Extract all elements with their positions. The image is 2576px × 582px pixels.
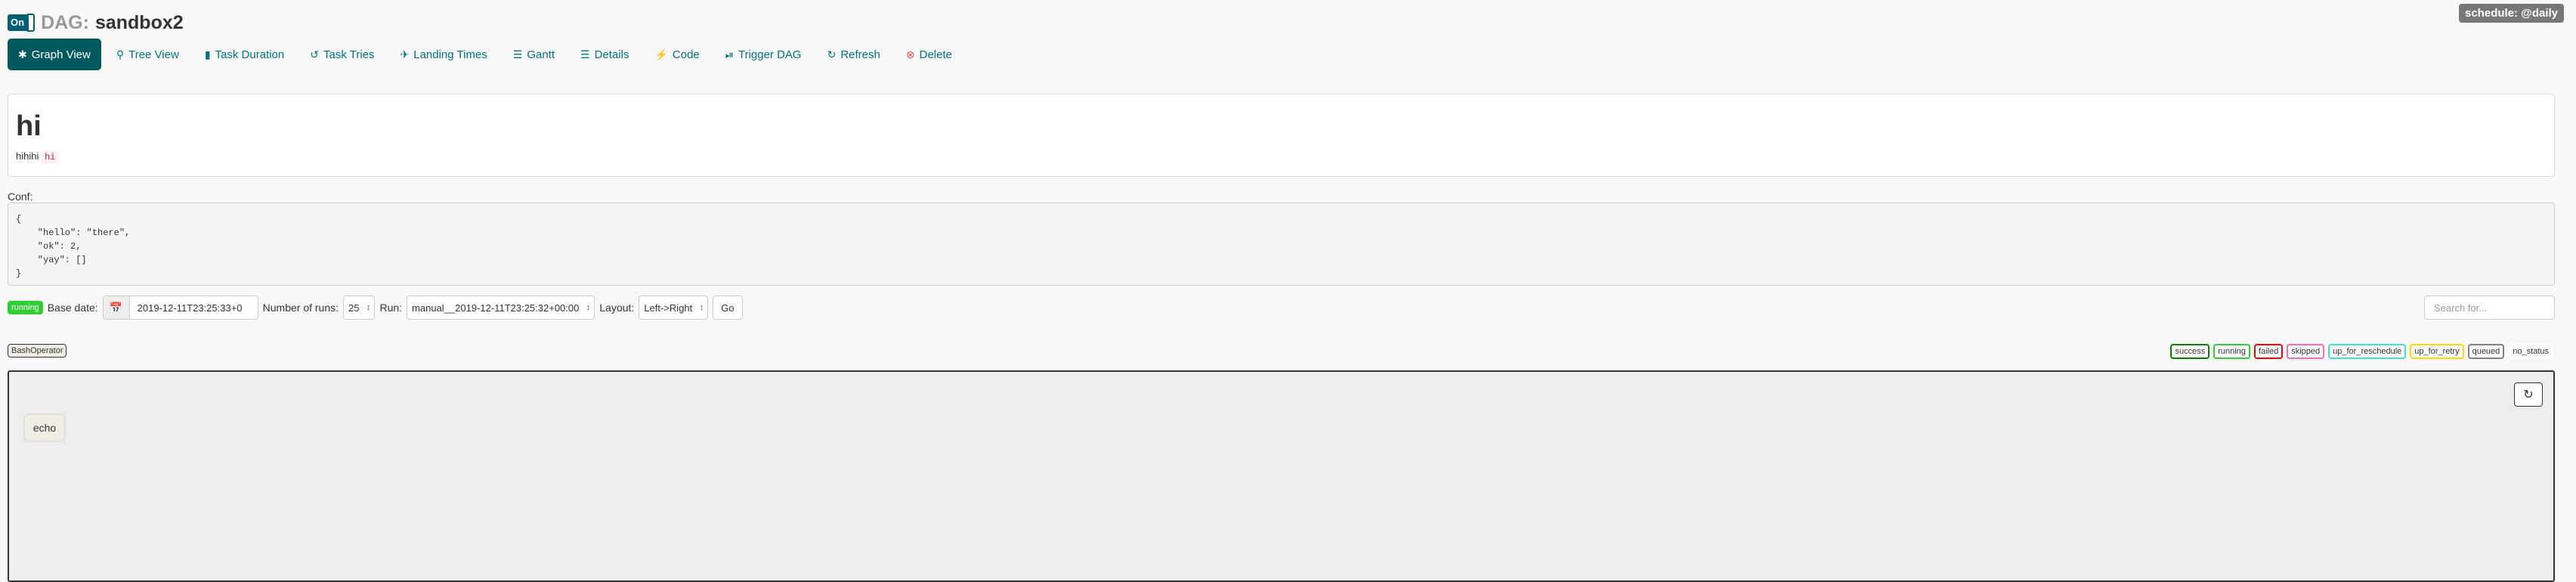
bar-chart-icon: ▮ xyxy=(204,48,211,60)
list-icon: ☰ xyxy=(580,48,590,60)
status-legend-queued: queued xyxy=(2467,344,2505,359)
tab-label: Tree View xyxy=(128,48,179,61)
graph-icon: ✱ xyxy=(18,48,27,60)
layout-select[interactable]: Left->Right xyxy=(639,296,709,320)
tab-gantt[interactable]: ☰ Gantt xyxy=(503,39,565,70)
tab-label: Refresh xyxy=(840,48,880,61)
description-text: hihihi xyxy=(16,150,39,162)
retry-icon: ↺ xyxy=(310,48,319,60)
tab-label: Code xyxy=(672,48,700,61)
tab-label: Gantt xyxy=(527,48,555,61)
tab-label: Graph View xyxy=(31,48,91,61)
status-legend-success: success xyxy=(2170,344,2210,359)
dag-name: sandbox2 xyxy=(94,11,184,33)
graph-refresh-button[interactable]: ↻ xyxy=(2514,382,2543,407)
task-node-echo[interactable]: echo xyxy=(24,414,65,441)
run-select[interactable]: manual__2019-12-11T23:25:32+00:00 xyxy=(407,296,595,320)
graph-controls: running Base date: 📅 2019-12-11T23:25:33… xyxy=(8,296,2555,320)
status-legend-up-for-reschedule: up_for_reschedule xyxy=(2328,344,2407,359)
play-circle-icon: ⏯ xyxy=(725,48,734,60)
calendar-icon[interactable]: 📅 xyxy=(102,296,130,320)
num-runs-select[interactable]: 25 xyxy=(343,296,376,320)
tab-label: Task Tries xyxy=(323,48,375,61)
description-title: hi xyxy=(16,110,42,142)
dag-pause-toggle[interactable]: On xyxy=(8,12,36,33)
toggle-knob xyxy=(27,14,36,32)
flash-icon: ⚡ xyxy=(654,48,668,60)
status-legend-failed: failed xyxy=(2253,344,2284,359)
tab-landing-times[interactable]: ✈ Landing Times xyxy=(390,39,498,70)
conf-label: Conf: xyxy=(8,190,33,203)
status-legend: success running failed skipped up_for_re… xyxy=(2166,344,2553,359)
status-legend-running: running xyxy=(2213,344,2250,359)
refresh-icon: ↻ xyxy=(827,48,837,60)
description-text-line: hihihi hi xyxy=(16,150,2547,164)
tab-details[interactable]: ☰ Details xyxy=(570,39,639,70)
remove-circle-icon: ⊗ xyxy=(905,48,915,60)
tab-label: Landing Times xyxy=(413,48,487,61)
run-label: Run: xyxy=(379,302,403,314)
layout-label: Layout: xyxy=(599,302,635,314)
refresh-icon: ↻ xyxy=(2523,389,2534,401)
tab-trigger-dag[interactable]: ⏯ Trigger DAG xyxy=(715,39,812,70)
status-legend-up-for-retry: up_for_retry xyxy=(2410,344,2464,359)
tab-graph-view[interactable]: ✱ Graph View xyxy=(8,39,101,70)
conf-json: { "hello": "there", "ok": 2, "yay": [] } xyxy=(8,203,2555,286)
tree-icon: ⚲ xyxy=(116,48,125,60)
dag-label: DAG: xyxy=(41,11,89,33)
base-date-label: Base date: xyxy=(47,302,98,314)
schedule-badge: schedule: @daily xyxy=(2459,4,2564,23)
tab-label: Task Duration xyxy=(215,48,285,61)
dag-description-panel: hi hihihi hi xyxy=(8,94,2555,177)
toggle-on-label: On xyxy=(8,14,28,31)
gantt-icon: ☰ xyxy=(512,48,523,60)
dag-header: On DAG: sandbox2 xyxy=(8,8,184,38)
status-legend-no-status: no_status xyxy=(2508,344,2553,359)
tab-refresh[interactable]: ↻ Refresh xyxy=(817,39,891,70)
tab-delete[interactable]: ⊗ Delete xyxy=(895,39,963,70)
tab-label: Delete xyxy=(919,48,952,61)
tab-label: Details xyxy=(594,48,629,61)
base-date-picker[interactable]: 📅 2019-12-11T23:25:33+0 xyxy=(102,296,258,320)
tab-label: Trigger DAG xyxy=(738,48,802,61)
tab-task-tries[interactable]: ↺ Task Tries xyxy=(299,39,385,70)
tab-code[interactable]: ⚡ Code xyxy=(644,39,710,70)
tab-tree-view[interactable]: ⚲ Tree View xyxy=(106,39,190,70)
dag-run-state-badge: running xyxy=(8,301,43,314)
description-code: hi xyxy=(41,150,59,164)
dag-graph-canvas[interactable]: echo ↻ xyxy=(8,370,2555,582)
operator-legend-bashoperator: BashOperator xyxy=(8,344,67,358)
runs-label: Number of runs: xyxy=(262,302,339,314)
search-input[interactable]: Search for... xyxy=(2424,296,2555,320)
go-button[interactable]: Go xyxy=(713,296,743,320)
base-date-input[interactable]: 2019-12-11T23:25:33+0 xyxy=(129,296,258,320)
tab-task-duration[interactable]: ▮ Task Duration xyxy=(194,39,295,70)
status-legend-skipped: skipped xyxy=(2287,344,2325,359)
plane-icon: ✈ xyxy=(400,48,410,60)
dag-nav: ✱ Graph View ⚲ Tree View ▮ Task Duration ↺ T… xyxy=(8,39,967,70)
